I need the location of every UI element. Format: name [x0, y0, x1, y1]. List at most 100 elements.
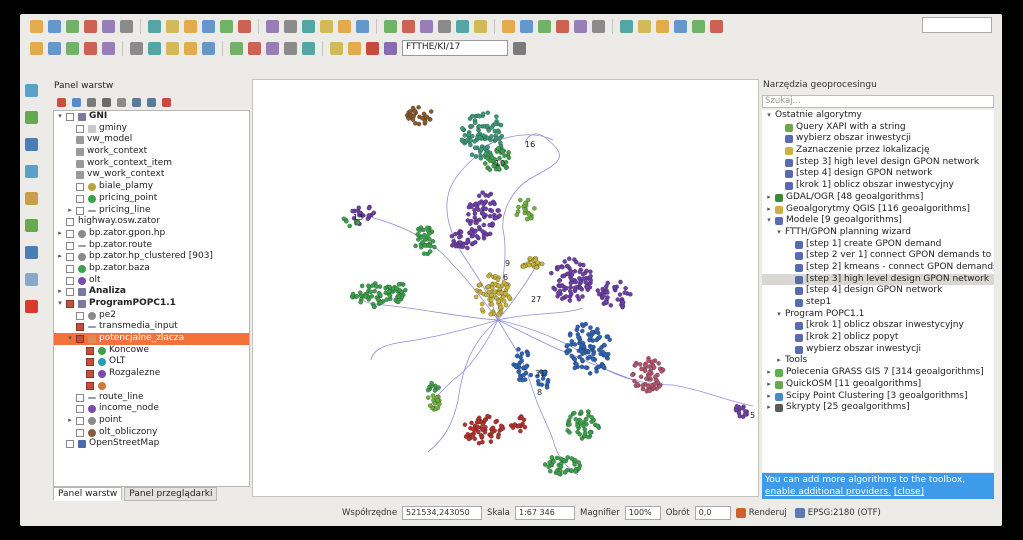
globe-icon[interactable]: [513, 41, 526, 55]
collapse-all-icon[interactable]: [147, 97, 156, 107]
save-as-icon[interactable]: [84, 19, 97, 33]
select-icon[interactable]: [402, 19, 415, 33]
tool-icon-a[interactable]: [538, 19, 551, 33]
locator-search[interactable]: [922, 17, 992, 33]
zoom-selection-icon[interactable]: [266, 19, 279, 33]
digitize-icon[interactable]: [30, 41, 43, 55]
layer-row[interactable]: route_line: [54, 392, 249, 404]
collapse-arrow-icon[interactable]: ▾: [765, 215, 773, 227]
algorithm-item[interactable]: [step 2] kmeans - connect GPON demands..: [762, 262, 994, 274]
expand-all-icon[interactable]: [132, 97, 141, 107]
composer-icon[interactable]: [120, 19, 133, 33]
attribute-table-icon[interactable]: [438, 19, 451, 33]
print-icon[interactable]: [102, 19, 115, 33]
layer-visibility-checkbox[interactable]: [76, 183, 84, 192]
render-checkbox-icon[interactable]: [735, 508, 746, 518]
tool-icon-b[interactable]: [556, 19, 569, 33]
collapse-arrow-icon[interactable]: ▾: [765, 110, 773, 122]
field-calculator-icon[interactable]: [456, 19, 469, 33]
manage-themes-icon[interactable]: [87, 97, 96, 107]
plugin-icon-d[interactable]: [674, 19, 687, 33]
algorithm-item[interactable]: wybierz obszar inwestycji: [762, 344, 994, 356]
remove-layer-icon[interactable]: [162, 97, 171, 107]
algorithm-group[interactable]: ▾ Modele [9 geoalgorithms]: [762, 215, 994, 227]
add-feature-icon[interactable]: [66, 41, 79, 55]
layer-visibility-checkbox[interactable]: [66, 264, 74, 273]
layer-row[interactable]: vw_work_context: [54, 169, 249, 181]
expand-arrow-icon[interactable]: ▸: [765, 204, 773, 216]
layer-row[interactable]: gminy: [54, 123, 249, 135]
add-vector-icon[interactable]: [25, 84, 38, 97]
layer-row[interactable]: ▸ Analiza: [54, 286, 249, 298]
algorithm-group[interactable]: ▸ Tools: [762, 355, 994, 367]
layer-row[interactable]: work_context: [54, 146, 249, 158]
scale-field[interactable]: 1:67 346: [515, 506, 575, 520]
layer-row[interactable]: olt: [54, 275, 249, 287]
add-group-icon[interactable]: [72, 97, 81, 107]
collapse-arrow-icon[interactable]: ▾: [56, 111, 64, 123]
add-wms-icon[interactable]: [25, 219, 38, 232]
layer-row[interactable]: pricing_point: [54, 193, 249, 205]
algorithm-item[interactable]: [step 4] design GPON network: [762, 168, 994, 180]
algorithm-group[interactable]: ▾ Ostatnie algorytmy: [762, 110, 994, 122]
layer-row[interactable]: OLT: [54, 356, 249, 368]
expand-arrow-icon[interactable]: ▸: [66, 205, 74, 217]
layer-visibility-checkbox[interactable]: [76, 206, 84, 215]
layer-visibility-checkbox[interactable]: [76, 393, 84, 402]
layer-row[interactable]: income_node: [54, 403, 249, 415]
algorithm-item[interactable]: [step 3] high level design GPON network: [762, 157, 994, 169]
layer-visibility-checkbox[interactable]: [76, 416, 84, 425]
show-bookmarks-icon[interactable]: [338, 19, 351, 33]
crs-button[interactable]: EPSG:2180 (OTF): [808, 508, 881, 518]
project-combo[interactable]: FTTHE/KI/17: [402, 40, 508, 56]
algorithm-item[interactable]: [step 2 ver 1] connect GPON demands to r…: [762, 250, 994, 262]
layer-row[interactable]: bp.zator.baza: [54, 263, 249, 275]
algorithm-group[interactable]: ▸ QuickOSM [11 geoalgorithms]: [762, 379, 994, 391]
layer-visibility-checkbox[interactable]: [86, 370, 94, 379]
add-spatialite-icon[interactable]: [25, 165, 38, 178]
layer-row[interactable]: ▾ GNI: [54, 111, 249, 123]
expand-arrow-icon[interactable]: ▸: [66, 415, 74, 427]
algorithm-item[interactable]: step1: [762, 297, 994, 309]
algorithm-group[interactable]: ▸ Polecenia GRASS GIS 7 [314 geoalgorithm…: [762, 367, 994, 379]
map-canvas[interactable]: 16 10 13 9 6 27 31 8 5: [252, 79, 759, 497]
expand-arrow-icon[interactable]: ▸: [775, 355, 783, 367]
zoom-in-icon[interactable]: [184, 19, 197, 33]
measure-icon[interactable]: [474, 19, 487, 33]
layer-row[interactable]: ▸ bp.zator.gpon.hp: [54, 228, 249, 240]
change-label-icon[interactable]: [330, 41, 343, 55]
close-info-link[interactable]: [close]: [894, 487, 924, 497]
algorithm-item[interactable]: [step 4] design GPON network: [762, 285, 994, 297]
new-bookmark-icon[interactable]: [320, 19, 333, 33]
layer-visibility-checkbox[interactable]: [76, 335, 84, 344]
layer-row[interactable]: ▾ potencjalne_zlacza: [54, 333, 249, 345]
expand-arrow-icon[interactable]: ▸: [765, 192, 773, 204]
algorithm-group[interactable]: ▸ GDAL/OGR [48 geoalgorithms]: [762, 192, 994, 204]
layer-visibility-checkbox[interactable]: [66, 241, 74, 250]
add-mssql-icon[interactable]: [25, 192, 38, 205]
new-project-icon[interactable]: [30, 19, 43, 33]
algorithm-item[interactable]: [krok 1] oblicz obszar inwestycyjny: [762, 180, 994, 192]
expand-arrow-icon[interactable]: ▸: [765, 367, 773, 379]
layer-visibility-checkbox[interactable]: [76, 124, 84, 133]
zoom-full-icon[interactable]: [220, 19, 233, 33]
layer-visibility-checkbox[interactable]: [66, 113, 74, 121]
pan-to-selection-icon[interactable]: [166, 19, 179, 33]
layer-row[interactable]: pe2: [54, 310, 249, 322]
zoom-out-icon[interactable]: [202, 19, 215, 33]
expand-arrow-icon[interactable]: ▸: [765, 379, 773, 391]
algorithm-item[interactable]: [step 1] create GPON demand: [762, 239, 994, 251]
algorithm-group[interactable]: ▸ Scipy Point Clustering [3 geoalgorithms…: [762, 391, 994, 403]
add-postgis-icon[interactable]: [25, 138, 38, 151]
layer-row[interactable]: work_context_item: [54, 158, 249, 170]
refresh-icon[interactable]: [356, 19, 369, 33]
add-raster-icon[interactable]: [25, 111, 38, 124]
plugin-icon-c[interactable]: [656, 19, 669, 33]
layer-visibility-checkbox[interactable]: [86, 346, 94, 355]
plugin-icon-e[interactable]: [692, 19, 705, 33]
pin-labels-icon[interactable]: [248, 41, 261, 55]
algorithm-group[interactable]: ▾ FTTH/GPON planning wizard: [762, 227, 994, 239]
open-icon[interactable]: [48, 19, 61, 33]
expand-arrow-icon[interactable]: ▸: [765, 391, 773, 403]
collapse-arrow-icon[interactable]: ▾: [775, 309, 783, 321]
